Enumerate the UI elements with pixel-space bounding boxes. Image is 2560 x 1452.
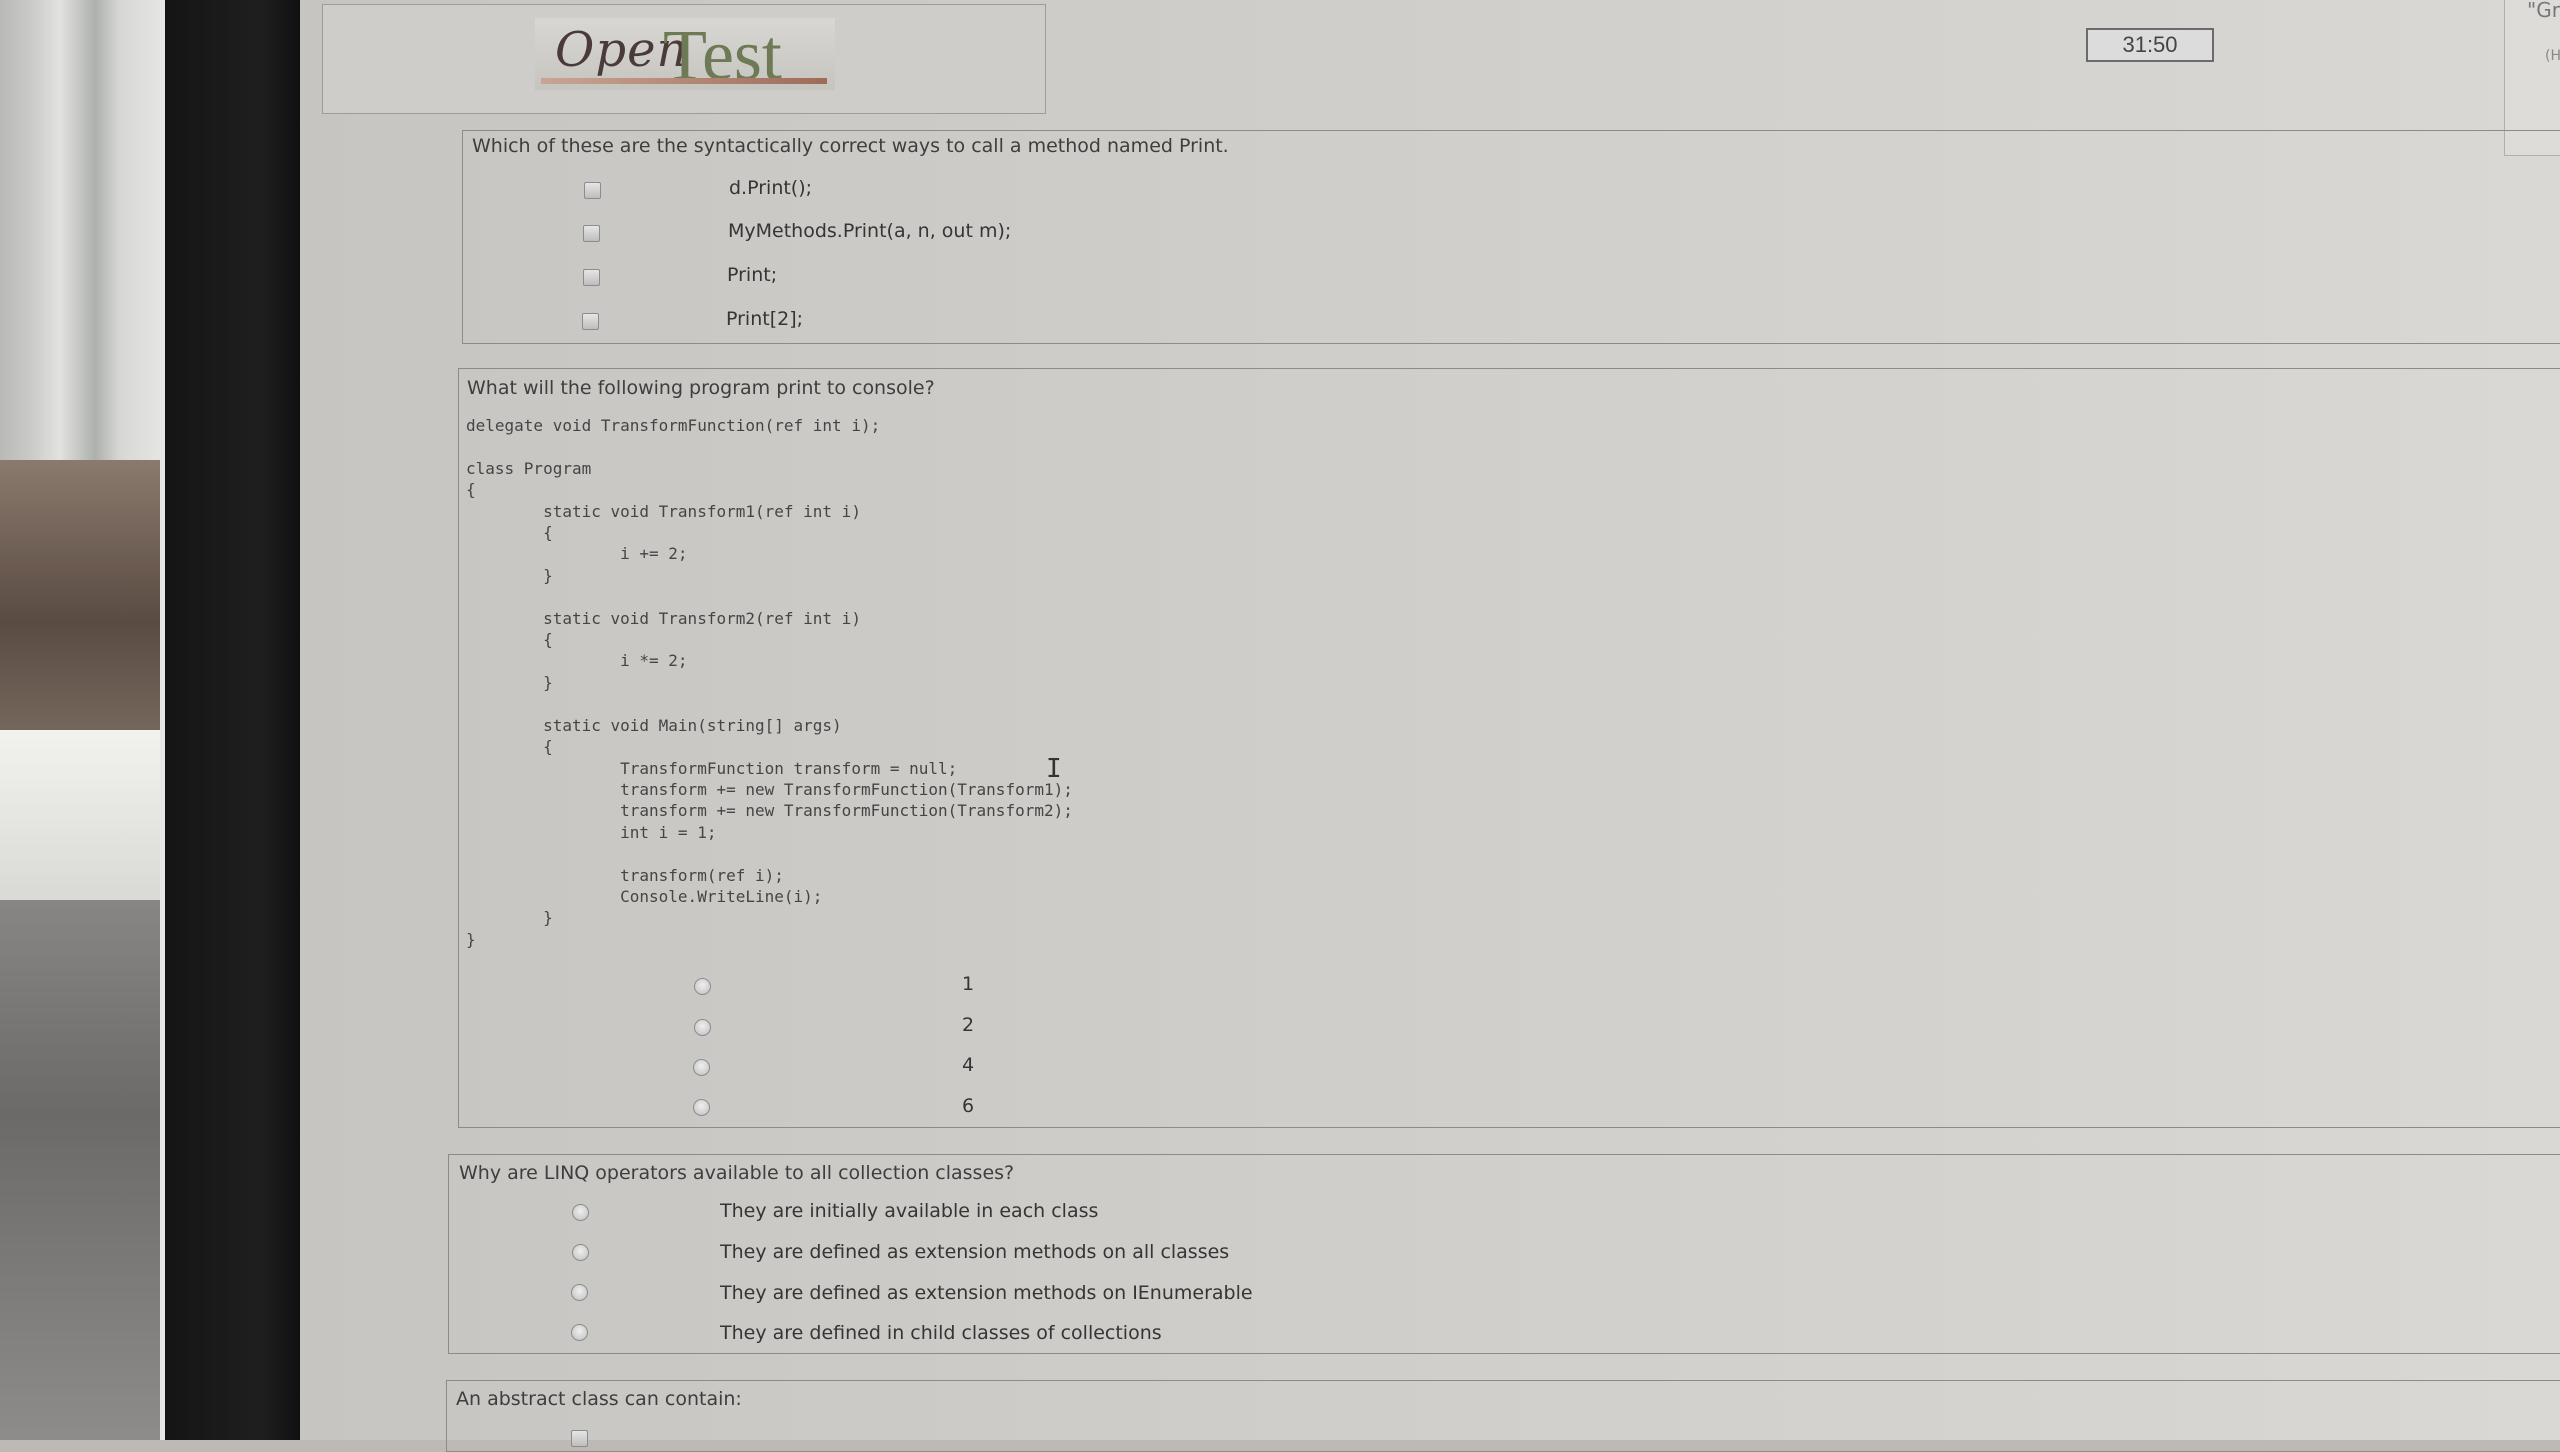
question-2-text: What will the following program print to… [467, 377, 935, 399]
q1-option-1-checkbox[interactable] [584, 182, 601, 199]
question-1-text: Which of these are the syntactically cor… [472, 135, 1229, 157]
window-blind [0, 460, 160, 730]
q2-option-2-label[interactable]: 2 [953, 1014, 983, 1036]
question-4-text: An abstract class can contain: [456, 1388, 742, 1410]
q2-option-1-radio[interactable] [694, 978, 711, 995]
q3-option-4-radio[interactable] [571, 1324, 588, 1341]
q1-option-2-label[interactable]: MyMethods.Print(a, n, out m); [728, 220, 1011, 242]
q3-option-3-label[interactable]: They are defined as extension methods on… [720, 1282, 1253, 1304]
q2-option-3-radio[interactable] [693, 1059, 710, 1076]
q2-option-3-label[interactable]: 4 [953, 1054, 983, 1076]
countdown-timer: 31:50 [2086, 28, 2214, 62]
opentest-logo: Open Test [535, 15, 835, 95]
q1-option-3-label[interactable]: Print; [727, 264, 777, 286]
text-cursor-icon: I [1046, 754, 1062, 784]
q3-option-3-radio[interactable] [571, 1284, 588, 1301]
q1-option-4-label[interactable]: Print[2]; [726, 308, 803, 330]
q1-option-3-checkbox[interactable] [583, 269, 600, 286]
q3-option-4-label[interactable]: They are defined in child classes of col… [720, 1322, 1162, 1344]
wall [0, 900, 160, 1440]
question-3-text: Why are LINQ operators available to all … [459, 1162, 1015, 1184]
logo-test-text: Test [663, 15, 782, 95]
q1-option-1-label[interactable]: d.Print(); [729, 177, 812, 199]
q3-option-2-radio[interactable] [572, 1244, 589, 1261]
question-box-4 [446, 1380, 2560, 1452]
q3-option-1-radio[interactable] [572, 1204, 589, 1221]
window-light [0, 730, 160, 900]
logo-underline [541, 78, 827, 84]
code-snippet: delegate void TransformFunction(ref int … [466, 416, 1073, 949]
side-panel-text: "Gr [2527, 0, 2560, 22]
q2-option-2-radio[interactable] [694, 1019, 711, 1036]
q1-option-4-checkbox[interactable] [582, 313, 599, 330]
q2-option-1-label[interactable]: 1 [953, 973, 983, 995]
q4-option-1-checkbox[interactable] [571, 1430, 588, 1447]
side-panel-subtext: (H [2545, 48, 2560, 64]
q2-option-4-radio[interactable] [693, 1099, 710, 1116]
q2-option-4-label[interactable]: 6 [953, 1095, 983, 1117]
q3-option-1-label[interactable]: They are initially available in each cla… [720, 1200, 1098, 1222]
monitor-bezel [165, 0, 300, 1440]
q1-option-2-checkbox[interactable] [583, 225, 600, 242]
q3-option-2-label[interactable]: They are defined as extension methods on… [720, 1241, 1229, 1263]
